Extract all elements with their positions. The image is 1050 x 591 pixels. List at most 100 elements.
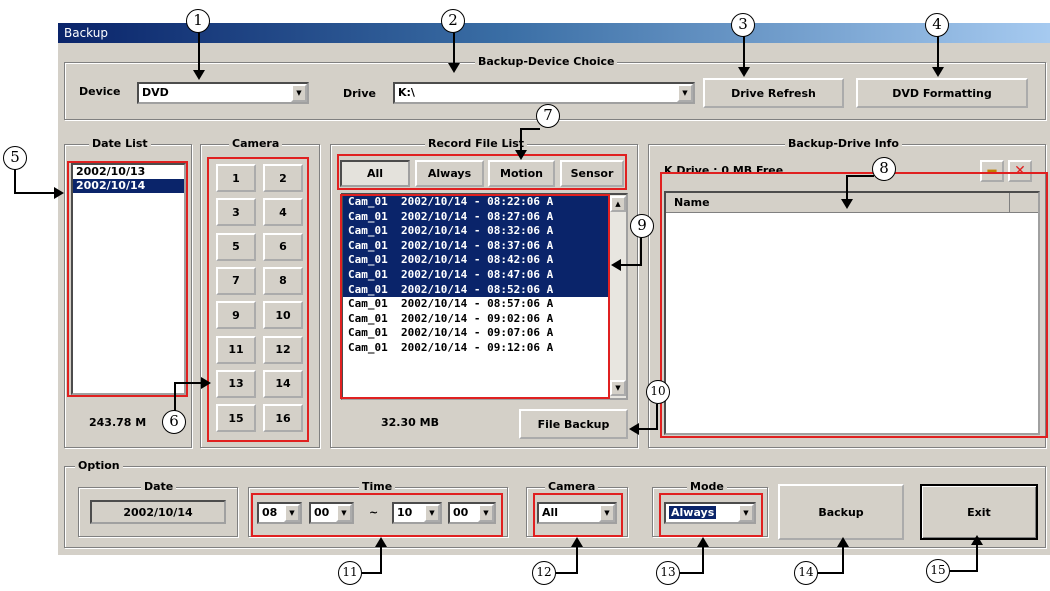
exit-button[interactable]: Exit [920, 484, 1038, 540]
callout-12: 12 [532, 561, 556, 585]
start-minute-value: 00 [314, 506, 330, 519]
arrow-head [54, 187, 64, 199]
date-list-item[interactable]: 2002/10/13 [73, 165, 184, 179]
chevron-down-icon[interactable]: ▼ [284, 504, 300, 522]
record-file-item[interactable]: Cam_01 2002/10/14 - 08:57:06 A [343, 297, 626, 312]
drive-refresh-button[interactable]: Drive Refresh [703, 78, 844, 108]
document-figure: Backup Backup-Device Choice Device DVD ▼… [0, 0, 1050, 591]
record-file-listbox[interactable]: Cam_01 2002/10/14 - 08:22:06 A Cam_01 200… [341, 193, 628, 400]
option-date-value: 2002/10/14 [123, 505, 193, 519]
scroll-down-icon[interactable]: ▼ [610, 380, 626, 396]
drive-value: K:\ [398, 86, 415, 99]
camera-button-10[interactable]: 10 [263, 301, 303, 330]
callout-1: 1 [186, 9, 210, 33]
chevron-down-icon[interactable]: ▼ [599, 504, 615, 522]
camera-button-15[interactable]: 15 [216, 404, 256, 433]
record-file-item[interactable]: Cam_01 2002/10/14 - 09:02:06 A [343, 312, 626, 327]
callout-15: 15 [926, 559, 950, 583]
chevron-down-icon[interactable]: ▼ [677, 84, 693, 102]
arrow-shaft [14, 192, 56, 194]
chevron-down-icon[interactable]: ▼ [424, 504, 440, 522]
drive-label: Drive [343, 87, 376, 100]
arrow-shaft [576, 545, 578, 574]
camera-button-12[interactable]: 12 [263, 335, 303, 364]
folder-icon[interactable]: ▬ [980, 160, 1004, 182]
file-list-scrollbar[interactable] [609, 195, 626, 398]
record-file-item[interactable]: Cam_01 2002/10/14 - 08:42:06 A [343, 253, 626, 268]
start-minute-select[interactable]: 00 ▼ [309, 502, 354, 524]
option-camera-value: All [542, 506, 559, 519]
date-list-item[interactable]: 2002/10/14 [73, 179, 184, 193]
option-mode-select[interactable]: Always ▼ [664, 502, 756, 524]
arrow-shaft [950, 570, 978, 572]
record-file-item[interactable]: Cam_01 2002/10/14 - 08:47:06 A [343, 267, 626, 283]
arrow-shaft [656, 404, 658, 430]
camera-button-2[interactable]: 2 [263, 164, 303, 192]
record-file-item[interactable]: Cam_01 2002/10/14 - 09:07:06 A [343, 326, 626, 341]
option-camera-select[interactable]: All ▼ [537, 502, 617, 524]
extra-column-header[interactable] [1010, 193, 1038, 212]
arrow-shaft [14, 168, 16, 194]
camera-button-1[interactable]: 1 [216, 164, 256, 192]
arrow-head [629, 423, 639, 435]
date-list-label: Date List [89, 137, 151, 151]
delete-icon[interactable]: ✕ [1008, 160, 1032, 182]
filter-sensor-button[interactable]: Sensor [560, 160, 624, 187]
camera-button-3[interactable]: 3 [216, 198, 256, 227]
camera-button-6[interactable]: 6 [263, 232, 303, 261]
arrow-head [515, 150, 527, 160]
chevron-down-icon[interactable]: ▼ [291, 84, 307, 102]
camera-button-11[interactable]: 11 [216, 335, 256, 364]
chevron-down-icon[interactable]: ▼ [738, 504, 754, 522]
end-hour-select[interactable]: 10 ▼ [392, 502, 442, 524]
time-separator: ~ [369, 506, 379, 519]
drive-select[interactable]: K:\ ▼ [393, 82, 695, 104]
record-file-item[interactable]: Cam_01 2002/10/14 - 08:32:06 A [343, 224, 626, 239]
callout-6: 6 [162, 410, 186, 434]
camera-button-14[interactable]: 14 [263, 369, 303, 398]
record-file-item[interactable]: Cam_01 2002/10/14 - 09:12:06 A [343, 341, 626, 356]
arrow-shaft [362, 572, 382, 574]
filter-motion-button[interactable]: Motion [488, 160, 555, 187]
device-label: Device [79, 85, 121, 98]
callout-14: 14 [794, 561, 818, 585]
camera-button-13[interactable]: 13 [216, 369, 256, 398]
camera-button-4[interactable]: 4 [263, 198, 303, 227]
filter-all-button[interactable]: All [340, 160, 410, 187]
camera-button-5[interactable]: 5 [216, 232, 256, 261]
camera-button-7[interactable]: 7 [216, 266, 256, 295]
option-mode-label: Mode [687, 480, 727, 494]
file-backup-button[interactable]: File Backup [519, 409, 628, 439]
arrow-head [932, 67, 944, 77]
start-hour-select[interactable]: 08 ▼ [257, 502, 302, 524]
backup-button[interactable]: Backup [778, 484, 904, 540]
chevron-down-icon[interactable]: ▼ [336, 504, 352, 522]
filter-always-button[interactable]: Always [415, 160, 484, 187]
arrow-shaft [743, 33, 745, 69]
end-minute-select[interactable]: 00 ▼ [448, 502, 496, 524]
camera-button-8[interactable]: 8 [263, 266, 303, 295]
record-file-item[interactable]: Cam_01 2002/10/14 - 08:37:06 A [343, 238, 626, 254]
record-file-size: 32.30 MB [381, 416, 439, 429]
chevron-down-icon[interactable]: ▼ [478, 504, 494, 522]
arrow-shaft [453, 33, 455, 65]
backup-drive-listview[interactable]: Name [664, 191, 1040, 435]
date-listbox[interactable]: 2002/10/13 2002/10/14 [71, 163, 186, 395]
device-select[interactable]: DVD ▼ [137, 82, 309, 104]
callout-10: 10 [646, 380, 670, 404]
record-file-item[interactable]: Cam_01 2002/10/14 - 08:52:06 A [343, 282, 626, 298]
arrow-shaft [174, 382, 202, 384]
option-date-field: 2002/10/14 [90, 500, 226, 524]
camera-button-9[interactable]: 9 [216, 301, 256, 330]
record-file-list-label: Record File List [425, 137, 528, 151]
record-file-item[interactable]: Cam_01 2002/10/14 - 08:27:06 A [343, 209, 626, 225]
camera-button-16[interactable]: 16 [263, 404, 303, 433]
arrow-head [611, 259, 621, 271]
end-minute-value: 00 [453, 506, 469, 519]
arrow-shaft [680, 572, 704, 574]
scroll-up-icon[interactable]: ▲ [610, 196, 626, 212]
record-file-item[interactable]: Cam_01 2002/10/14 - 08:22:06 A [343, 195, 626, 210]
dvd-formatting-button[interactable]: DVD Formatting [856, 78, 1028, 108]
option-mode-value: Always [669, 506, 717, 519]
arrow-shaft [702, 545, 704, 574]
